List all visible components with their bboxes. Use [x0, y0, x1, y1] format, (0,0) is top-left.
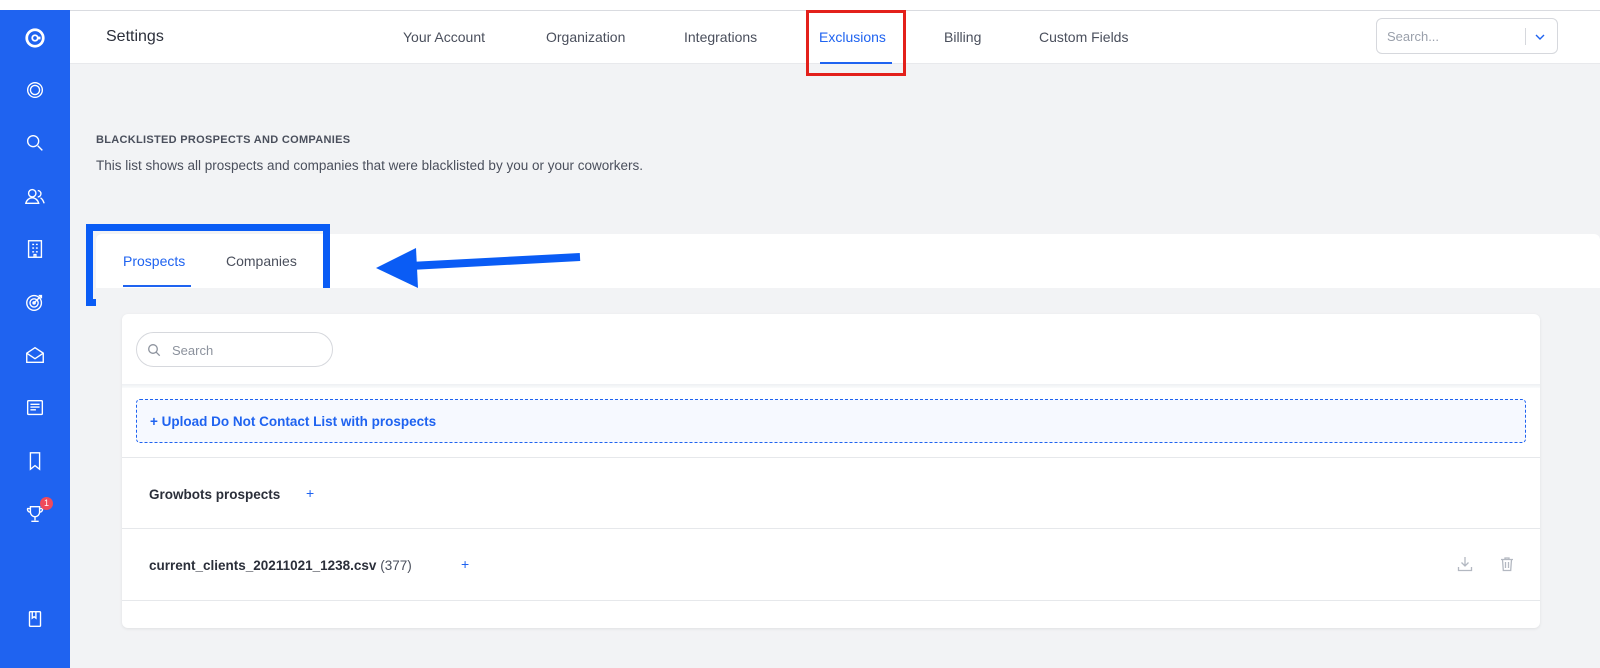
- tab-integrations[interactable]: Integrations: [684, 29, 757, 45]
- sidebar-item-inbox[interactable]: [0, 335, 70, 375]
- global-search: [1376, 18, 1558, 54]
- section-heading: BLACKLISTED PROSPECTS AND COMPANIES: [96, 134, 351, 146]
- building-icon: [27, 240, 43, 258]
- divider: [122, 384, 1540, 388]
- sidebar-item-dashboard[interactable]: [0, 70, 70, 110]
- notification-badge: 1: [40, 497, 53, 510]
- logo-icon: [25, 28, 45, 48]
- page-title: Settings: [106, 28, 164, 45]
- tab-exclusions[interactable]: Exclusions: [819, 29, 886, 45]
- search-icon: [26, 134, 43, 151]
- templates-icon: [26, 399, 44, 416]
- exclusion-list-card: + Upload Do Not Contact List with prospe…: [122, 314, 1540, 628]
- tab-billing[interactable]: Billing: [944, 29, 981, 45]
- sidebar-item-prospects[interactable]: [0, 176, 70, 216]
- chevron-down-icon[interactable]: [1533, 30, 1547, 44]
- main-area: Settings Your Account Organization Integ…: [70, 10, 1600, 668]
- sidebar-item-campaigns[interactable]: [0, 282, 70, 322]
- list-item-name: current_clients_20211021_1238.csv (377): [149, 558, 412, 573]
- sidebar-item-saved[interactable]: [0, 441, 70, 481]
- sidebar-item-companies[interactable]: [0, 229, 70, 269]
- upload-button-label: + Upload Do Not Contact List with prospe…: [150, 414, 437, 429]
- tab-companies[interactable]: Companies: [226, 253, 297, 269]
- download-icon[interactable]: [1456, 555, 1474, 573]
- list-item: Growbots prospects +: [122, 457, 1540, 529]
- global-search-input[interactable]: [1387, 27, 1517, 45]
- trash-icon[interactable]: [1498, 555, 1516, 573]
- sidebar-item-templates[interactable]: [0, 388, 70, 428]
- add-button[interactable]: +: [461, 556, 469, 572]
- divider: [122, 600, 1540, 601]
- tab-prospects[interactable]: Prospects: [123, 253, 185, 269]
- active-tab-indicator: [820, 62, 892, 64]
- sidebar-item-achievements[interactable]: 1: [0, 494, 70, 534]
- bookmark-icon: [29, 452, 41, 471]
- top-bar: Settings Your Account Organization Integ…: [70, 10, 1600, 64]
- search-icon: [148, 344, 161, 357]
- tab-organization[interactable]: Organization: [546, 29, 625, 45]
- list-search: [136, 332, 333, 367]
- search-divider: [1525, 28, 1526, 45]
- sidebar: 1: [0, 10, 70, 668]
- list-item: current_clients_20211021_1238.csv (377) …: [122, 528, 1540, 600]
- target-icon: [26, 294, 43, 311]
- people-icon: [24, 188, 45, 205]
- upload-dnc-list-button[interactable]: + Upload Do Not Contact List with prospe…: [136, 399, 1526, 443]
- book-icon: [28, 610, 42, 628]
- sidebar-item-help[interactable]: [0, 599, 70, 639]
- tab-your-account[interactable]: Your Account: [403, 29, 485, 45]
- dashboard-icon: [26, 81, 44, 99]
- list-item-count: (377): [380, 558, 412, 573]
- section-description: This list shows all prospects and compan…: [96, 158, 643, 173]
- subtabs-panel: Prospects Companies: [96, 234, 1600, 288]
- tab-custom-fields[interactable]: Custom Fields: [1039, 29, 1128, 45]
- mail-icon: [26, 346, 44, 364]
- active-subtab-indicator: [123, 285, 191, 287]
- add-button[interactable]: +: [306, 485, 314, 501]
- sidebar-item-search[interactable]: [0, 123, 70, 163]
- app-logo[interactable]: [0, 18, 70, 58]
- list-item-name: Growbots prospects: [149, 487, 281, 502]
- list-search-input[interactable]: [172, 341, 322, 359]
